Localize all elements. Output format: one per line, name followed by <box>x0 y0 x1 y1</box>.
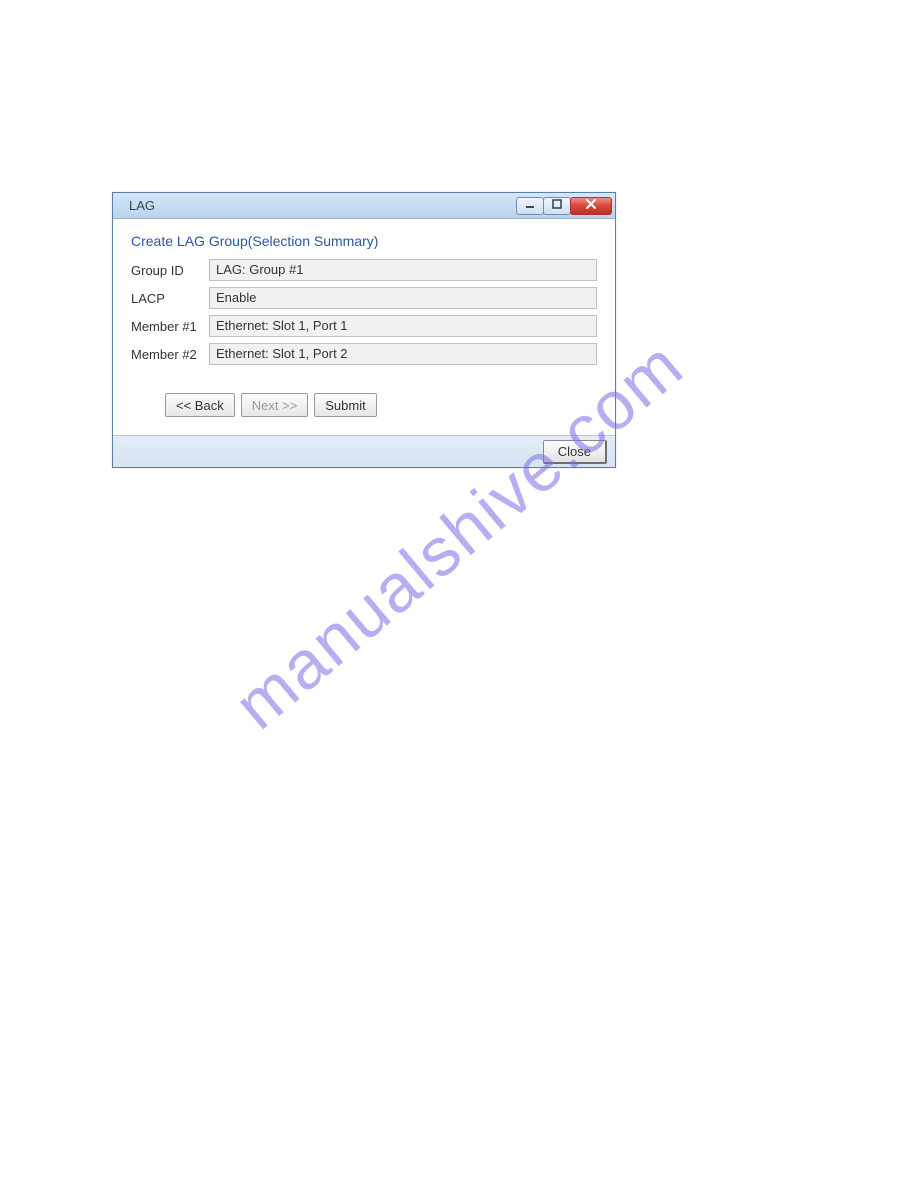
minimize-button[interactable] <box>516 197 544 215</box>
wizard-button-row: << Back Next >> Submit <box>131 393 597 417</box>
close-window-button[interactable] <box>570 197 612 215</box>
label-lacp: LACP <box>131 291 209 306</box>
form-row-lacp: LACP Enable <box>131 287 597 309</box>
form-row-member-1: Member #1 Ethernet: Slot 1, Port 1 <box>131 315 597 337</box>
value-group-id: LAG: Group #1 <box>209 259 597 281</box>
back-button[interactable]: << Back <box>165 393 235 417</box>
value-member-1: Ethernet: Slot 1, Port 1 <box>209 315 597 337</box>
maximize-button[interactable] <box>543 197 571 215</box>
label-group-id: Group ID <box>131 263 209 278</box>
titlebar: LAG <box>113 193 615 219</box>
minimize-icon <box>524 198 536 213</box>
close-icon <box>585 198 597 213</box>
label-member-1: Member #1 <box>131 319 209 334</box>
window-controls <box>517 197 612 215</box>
value-lacp: Enable <box>209 287 597 309</box>
window-title: LAG <box>129 198 155 213</box>
value-member-2: Ethernet: Slot 1, Port 2 <box>209 343 597 365</box>
dialog-content: Create LAG Group(Selection Summary) Grou… <box>113 219 615 435</box>
lag-dialog-window: LAG Create LAG Group(Selection Summary) <box>112 192 616 468</box>
submit-button[interactable]: Submit <box>314 393 376 417</box>
maximize-icon <box>551 198 563 213</box>
dialog-footer: Close <box>113 435 615 467</box>
close-button[interactable]: Close <box>543 440 607 464</box>
label-member-2: Member #2 <box>131 347 209 362</box>
next-button[interactable]: Next >> <box>241 393 309 417</box>
form-row-group-id: Group ID LAG: Group #1 <box>131 259 597 281</box>
form-row-member-2: Member #2 Ethernet: Slot 1, Port 2 <box>131 343 597 365</box>
section-title: Create LAG Group(Selection Summary) <box>131 233 597 249</box>
